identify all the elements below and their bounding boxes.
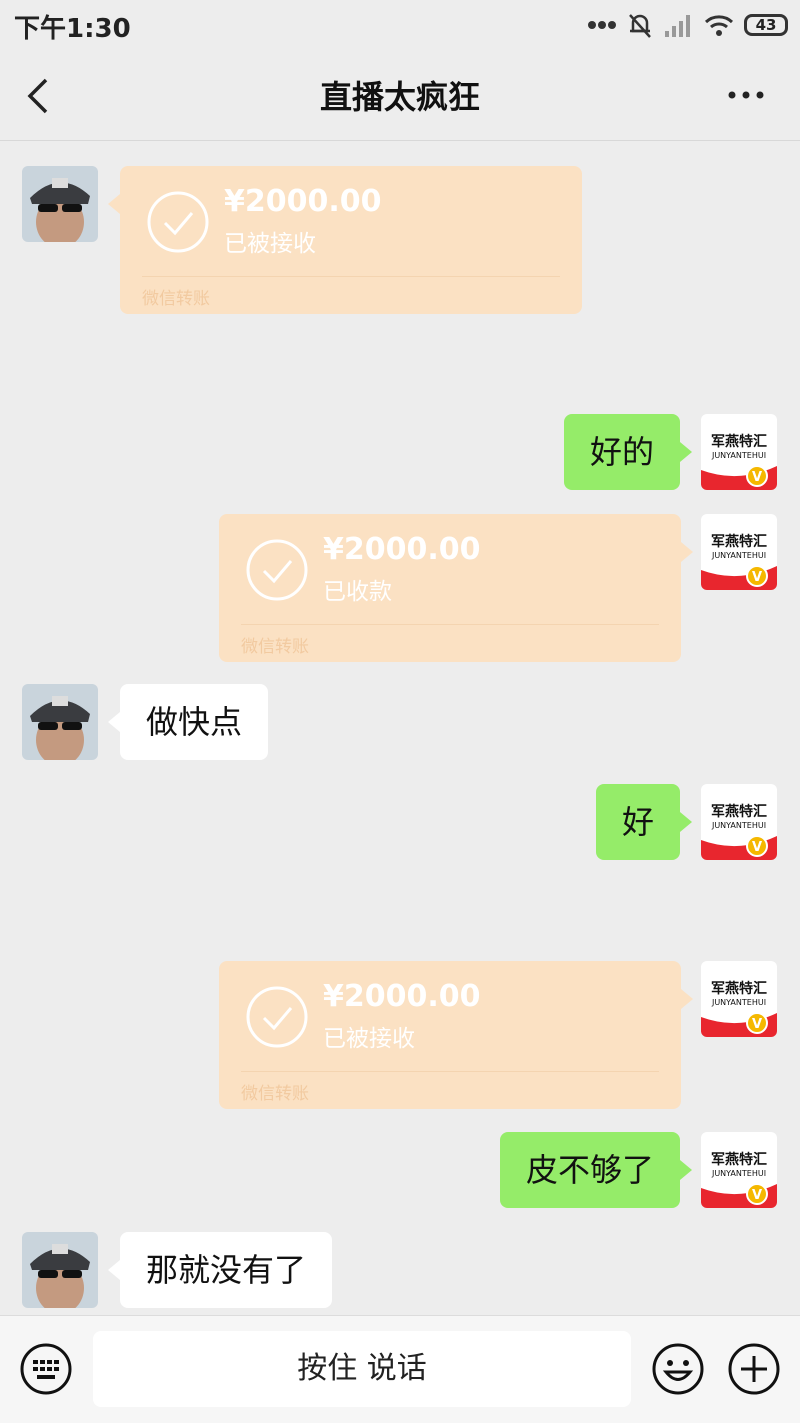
svg-text:V: V — [752, 1188, 762, 1203]
message-bubble[interactable]: 做快点 — [107, 684, 269, 760]
status-icons: 43 — [588, 10, 788, 40]
transfer-card[interactable]: ¥2000.00 已收款 微信转账 — [219, 514, 693, 662]
status-bar: 下午1:30 43 — [0, 0, 800, 50]
signal-icon — [665, 15, 690, 37]
transfer-status: 已被接收 — [323, 1026, 415, 1052]
emoji-icon[interactable] — [652, 1343, 704, 1395]
my-avatar[interactable]: 军燕特汇 JUNYANTEHUI V — [701, 784, 777, 860]
transfer-amount: ¥2000.00 — [323, 532, 481, 567]
divider — [142, 276, 560, 277]
wifi-icon — [704, 15, 734, 36]
brand-logo-text: 军燕特汇 — [711, 433, 767, 450]
input-bar: 按住 说话 — [0, 1315, 800, 1423]
chat-header: 直播太疯狂 — [0, 50, 800, 141]
brand-logo-subtext: JUNYANTEHUI — [711, 821, 766, 830]
brand-logo-text: 军燕特汇 — [711, 1151, 767, 1168]
brand-logo-subtext: JUNYANTEHUI — [711, 451, 766, 460]
message-bubble[interactable]: 好的 — [563, 414, 693, 490]
status-time: 下午1:30 — [14, 14, 131, 44]
svg-text:V: V — [752, 470, 762, 485]
svg-text:V: V — [752, 570, 762, 585]
brand-logo-text: 军燕特汇 — [711, 980, 767, 997]
brand-logo-subtext: JUNYANTEHUI — [711, 551, 766, 560]
svg-text:V: V — [752, 1017, 762, 1032]
message-bubble[interactable]: 皮不够了 — [499, 1132, 693, 1208]
transfer-amount: ¥2000.00 — [224, 184, 382, 219]
divider — [241, 624, 659, 625]
ellipsis-icon[interactable] — [726, 80, 766, 110]
contact-avatar[interactable] — [22, 684, 98, 760]
transfer-footer: 微信转账 — [142, 289, 210, 309]
divider — [241, 1071, 659, 1072]
check-circle-icon — [246, 986, 308, 1048]
message-bubble[interactable]: 好 — [595, 784, 693, 860]
hold-to-talk-button[interactable]: 按住 说话 — [93, 1331, 631, 1407]
chat-title: 直播太疯狂 — [319, 78, 480, 116]
brand-logo-text: 军燕特汇 — [711, 803, 767, 820]
transfer-status: 已被接收 — [224, 231, 316, 257]
svg-text:V: V — [752, 840, 762, 855]
contact-avatar[interactable] — [22, 166, 98, 242]
my-avatar[interactable]: 军燕特汇 JUNYANTEHUI V — [701, 961, 777, 1037]
plus-icon[interactable] — [728, 1343, 780, 1395]
contact-avatar[interactable] — [22, 1232, 98, 1308]
transfer-card[interactable]: ¥2000.00 已被接收 微信转账 — [108, 166, 582, 314]
mute-bell-icon — [629, 14, 651, 38]
brand-logo-subtext: JUNYANTEHUI — [711, 1169, 766, 1178]
brand-logo-subtext: JUNYANTEHUI — [711, 998, 766, 1007]
transfer-status: 已收款 — [323, 579, 392, 605]
battery-icon: 43 — [744, 14, 788, 36]
check-circle-icon — [246, 539, 308, 601]
my-avatar[interactable]: 军燕特汇 JUNYANTEHUI V — [701, 1132, 777, 1208]
brand-logo-text: 军燕特汇 — [711, 533, 767, 550]
transfer-footer: 微信转账 — [241, 637, 309, 657]
my-avatar[interactable]: 军燕特汇 JUNYANTEHUI V — [701, 514, 777, 590]
transfer-card[interactable]: ¥2000.00 已被接收 微信转账 — [219, 961, 693, 1109]
check-circle-icon — [147, 191, 209, 253]
transfer-footer: 微信转账 — [241, 1084, 309, 1104]
transfer-amount: ¥2000.00 — [323, 979, 481, 1014]
dots-icon — [588, 21, 616, 29]
message-bubble[interactable]: 那就没有了 — [107, 1232, 333, 1308]
my-avatar[interactable]: 军燕特汇 JUNYANTEHUI V — [701, 414, 777, 490]
keyboard-icon[interactable] — [20, 1343, 72, 1395]
